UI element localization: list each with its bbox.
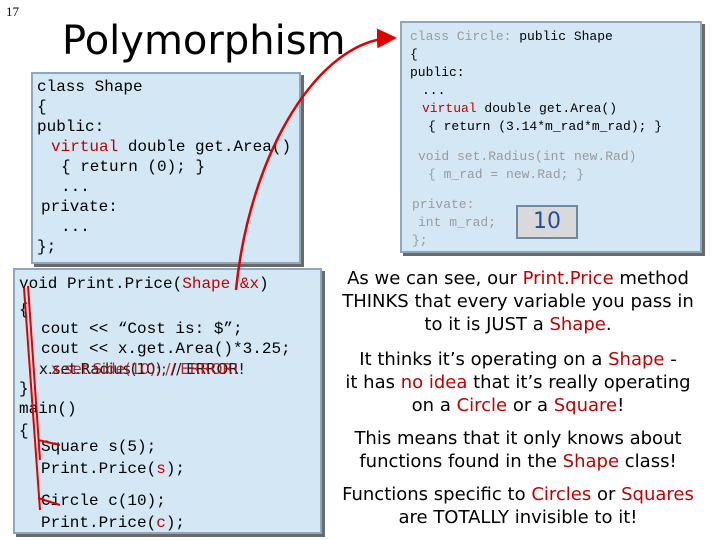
code-line: { return (3.14*m_rad*m_rad); }: [428, 119, 663, 134]
code-line: void set.Radius(int new.Rad): [418, 149, 637, 164]
text-run: !: [617, 395, 625, 416]
text-run: Functions specific to: [342, 484, 532, 505]
text-highlight: Square: [553, 395, 618, 416]
code-line: cout << x.get.Area()*3.25;: [41, 340, 291, 358]
paragraph-3: This means that it only knows about func…: [322, 427, 714, 473]
main-code-box: void Print.Price(Shape &x) { cout << “Co…: [13, 268, 322, 534]
code-line: {: [37, 98, 47, 116]
slide-title: Polymorphism: [62, 18, 346, 64]
text-highlight: Squares: [621, 484, 694, 505]
code-line: {: [19, 422, 29, 440]
code-line: ...: [422, 83, 446, 98]
code-line: ...: [61, 218, 90, 236]
code-line: Circle c(10);: [41, 492, 166, 510]
text-run: or: [591, 484, 622, 505]
text-run: or a: [507, 395, 554, 416]
virtual-keyword: virtual: [422, 101, 477, 116]
text-run: As we can see, our: [347, 268, 523, 289]
code-punctuation: );: [165, 514, 186, 532]
text-highlight: Shape: [562, 451, 620, 472]
text-highlight: Circles: [531, 484, 592, 505]
text-run: it has: [345, 372, 401, 393]
code-line: { m_rad = new.Rad; }: [428, 167, 585, 182]
text-highlight: Print.Price: [522, 268, 614, 289]
code-line: {: [410, 47, 418, 62]
code-line: ...: [61, 178, 90, 196]
method-signature: double get.Area(): [476, 101, 618, 116]
code-line: void Print.Price(Shape &x): [19, 275, 269, 293]
code-punctuation: ): [259, 275, 269, 293]
code-line: { return (0); }: [61, 158, 206, 176]
class-declaration: class Circle:: [410, 29, 520, 44]
call-argument: c: [156, 514, 166, 532]
text-highlight: Shape: [608, 349, 665, 370]
code-line: public:: [37, 118, 105, 136]
code-line: };: [37, 238, 57, 256]
text-run: to it is JUST a: [424, 314, 550, 335]
text-run: class!: [619, 451, 677, 472]
radius-value: 10: [533, 209, 561, 234]
text-highlight: Circle: [456, 395, 508, 416]
code-line: class Shape: [37, 78, 143, 96]
call-argument: s: [156, 460, 166, 478]
code-line: virtual double get.Area(): [51, 138, 291, 156]
text-run: are TOTALLY invisible to it!: [398, 507, 638, 528]
code-line: private:: [41, 198, 118, 216]
code-line: {: [19, 301, 29, 319]
code-line: cout << “Cost is: $”;: [41, 320, 243, 338]
virtual-keyword: virtual: [51, 138, 119, 156]
code-line: public:: [410, 65, 465, 80]
text-highlight: no idea: [400, 372, 468, 393]
function-call: Print.Price(: [41, 514, 157, 532]
text-run: This means that it only knows about: [354, 428, 682, 449]
slide-number: 17: [6, 4, 19, 19]
code-line: private:: [412, 197, 475, 212]
paragraph-2: It thinks it’s operating on a Shape - it…: [322, 348, 714, 417]
text-run: .: [605, 314, 612, 335]
text-run: method: [613, 268, 689, 289]
paragraph-1: As we can see, our Print.Price method TH…: [322, 267, 714, 336]
code-line: main(): [19, 400, 77, 418]
text-run: functions found in the: [359, 451, 563, 472]
explanation-text: As we can see, our Print.Price method TH…: [322, 267, 714, 529]
radius-value-box: 10: [516, 205, 578, 239]
code-line: class Circle: public Shape: [410, 29, 613, 44]
function-parameter: Shape &x: [182, 275, 260, 293]
text-run: THINKS that every variable you pass in: [342, 291, 694, 312]
code-line: Square s(5);: [41, 438, 157, 456]
error-line-side: x.set.Side(10); // ERROR!: [51, 360, 239, 378]
function-call: Print.Price(: [41, 460, 157, 478]
text-run: on a: [411, 395, 457, 416]
text-run: that it’s really operating: [467, 372, 691, 393]
code-line: }: [19, 380, 29, 398]
code-line: int m_rad;: [418, 215, 497, 230]
method-signature: double get.Area(): [118, 138, 292, 156]
base-class: public Shape: [519, 29, 613, 44]
text-run: It thinks it’s operating on a: [359, 349, 609, 370]
text-run: -: [664, 349, 677, 370]
code-line: };: [412, 233, 428, 248]
code-line: Print.Price(s);: [41, 460, 185, 478]
code-punctuation: );: [165, 460, 186, 478]
paragraph-4: Functions specific to Circles or Squares…: [322, 483, 714, 529]
code-line: Print.Price(c);: [41, 514, 185, 532]
shape-class-box: class Shape { public: virtual double get…: [31, 72, 301, 264]
text-highlight: Shape: [549, 314, 606, 335]
code-line: virtual double get.Area(): [422, 101, 617, 116]
function-name: void Print.Price(: [19, 275, 183, 293]
